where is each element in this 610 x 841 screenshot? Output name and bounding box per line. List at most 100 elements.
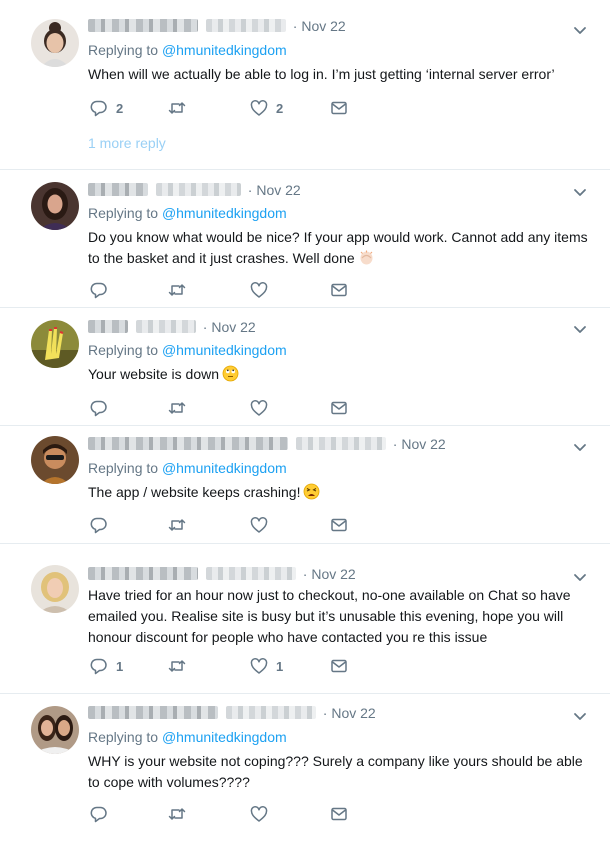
tweet-date[interactable]: · Nov 22 (203, 319, 256, 335)
avatar[interactable] (31, 182, 79, 230)
replying-to-handle[interactable]: @hmunitedkingdom (162, 460, 287, 476)
heart-icon (250, 517, 268, 533)
chevron-down-icon[interactable] (572, 439, 588, 455)
tweet[interactable]: · Nov 22 Replying to @hmunitedkingdom Th… (0, 426, 610, 544)
heart-icon (250, 806, 268, 822)
envelope-icon (331, 659, 347, 673)
avatar[interactable] (31, 320, 79, 368)
avatar[interactable] (31, 706, 79, 754)
chevron-down-icon[interactable] (572, 184, 588, 200)
reply-button[interactable] (90, 280, 108, 300)
tweet-text: WHY is your website not coping??? Surely… (88, 753, 583, 790)
display-name-redacted[interactable] (88, 567, 198, 580)
username-redacted[interactable] (225, 706, 316, 719)
tweet-actions (90, 398, 360, 418)
retweet-button[interactable] (168, 280, 186, 300)
replying-to: Replying to @hmunitedkingdom (88, 727, 287, 747)
reply-feed: · Nov 22 Replying to @hmunitedkingdom Wh… (0, 0, 610, 841)
display-name-redacted[interactable] (88, 19, 198, 32)
tweet[interactable]: · Nov 22 Replying to @hmunitedkingdom Do… (0, 170, 610, 308)
direct-message-button[interactable] (330, 804, 348, 824)
replying-to-label: Replying to (88, 205, 159, 221)
retweet-button[interactable] (168, 398, 186, 418)
tweet-date[interactable]: · Nov 22 (303, 566, 356, 582)
like-button[interactable]: 1 (250, 656, 283, 676)
retweet-icon (168, 102, 186, 114)
display-name-redacted[interactable] (88, 320, 128, 333)
retweet-button[interactable] (168, 656, 186, 676)
tweet-text-body: The app / website keeps crashing! (88, 484, 301, 500)
replying-to: Replying to @hmunitedkingdom (88, 340, 287, 360)
replying-to-label: Replying to (88, 342, 159, 358)
reply-button[interactable]: 2 (90, 98, 123, 118)
retweet-icon (168, 519, 186, 531)
avatar[interactable] (31, 565, 79, 613)
like-button[interactable] (250, 280, 268, 300)
envelope-icon (331, 401, 347, 415)
reply-button[interactable] (90, 515, 108, 535)
envelope-icon (331, 518, 347, 532)
direct-message-button[interactable] (330, 398, 348, 418)
tweet-text: Have tried for an hour now just to check… (88, 587, 571, 645)
like-button[interactable] (250, 804, 268, 824)
retweet-icon (168, 660, 186, 672)
tweet-text: Do you know what would be nice? If your … (88, 227, 590, 269)
like-button[interactable]: 2 (250, 98, 283, 118)
chevron-down-icon[interactable] (572, 321, 588, 337)
direct-message-button[interactable] (330, 98, 348, 118)
tweet-actions (90, 515, 360, 535)
tired-face-emoji (304, 483, 320, 500)
tweet-actions: 2 2 (90, 98, 360, 118)
replying-to-handle[interactable]: @hmunitedkingdom (162, 42, 287, 58)
retweet-button[interactable] (168, 515, 186, 535)
tweet[interactable]: · Nov 22 Replying to @hmunitedkingdom Yo… (0, 308, 610, 426)
tweet[interactable]: · Nov 22 Have tried for an hour now just… (0, 544, 610, 694)
tweet-date[interactable]: · Nov 22 (393, 436, 446, 452)
display-name-redacted[interactable] (88, 706, 218, 719)
like-count: 1 (276, 658, 284, 674)
like-button[interactable] (250, 515, 268, 535)
direct-message-button[interactable] (330, 656, 348, 676)
tweet[interactable]: · Nov 22 Replying to @hmunitedkingdom WH… (0, 694, 610, 841)
direct-message-button[interactable] (330, 280, 348, 300)
username-redacted[interactable] (205, 567, 296, 580)
replying-to-handle[interactable]: @hmunitedkingdom (162, 342, 287, 358)
tweet-text: The app / website keeps crashing! (88, 482, 590, 503)
chevron-down-icon[interactable] (572, 708, 588, 724)
username-redacted[interactable] (295, 437, 386, 450)
retweet-button[interactable] (168, 98, 186, 118)
retweet-button[interactable] (168, 804, 186, 824)
display-name-redacted[interactable] (88, 437, 288, 450)
username-redacted[interactable] (155, 183, 241, 196)
display-name-redacted[interactable] (88, 183, 148, 196)
username-redacted[interactable] (135, 320, 196, 333)
like-count: 2 (276, 100, 284, 116)
retweet-icon (168, 808, 186, 820)
reply-button[interactable]: 1 (90, 656, 123, 676)
chevron-down-icon[interactable] (572, 569, 588, 585)
envelope-icon (331, 283, 347, 297)
avatar[interactable] (31, 436, 79, 484)
reply-button[interactable] (90, 398, 108, 418)
tweet-date[interactable]: · Nov 22 (323, 705, 376, 721)
heart-icon (250, 400, 268, 416)
reply-icon (90, 400, 107, 417)
reply-button[interactable] (90, 804, 108, 824)
more-replies-link[interactable]: 1 more reply (88, 133, 166, 153)
chevron-down-icon[interactable] (572, 22, 588, 38)
tweet-date[interactable]: · Nov 22 (293, 18, 346, 34)
tweet[interactable]: · Nov 22 Replying to @hmunitedkingdom Wh… (0, 0, 610, 170)
replying-to-handle[interactable]: @hmunitedkingdom (162, 205, 287, 221)
reply-icon (90, 282, 107, 299)
heart-icon (250, 658, 268, 674)
like-button[interactable] (250, 398, 268, 418)
heart-icon (250, 282, 268, 298)
username-redacted[interactable] (205, 19, 286, 32)
replying-to-handle[interactable]: @hmunitedkingdom (162, 729, 287, 745)
replying-to-label: Replying to (88, 460, 159, 476)
tweet-text-body: Do you know what would be nice? If your … (88, 229, 588, 266)
tweet-text-body: Your website is down (88, 366, 220, 382)
tweet-date[interactable]: · Nov 22 (248, 182, 301, 198)
direct-message-button[interactable] (330, 515, 348, 535)
avatar[interactable] (31, 19, 79, 67)
